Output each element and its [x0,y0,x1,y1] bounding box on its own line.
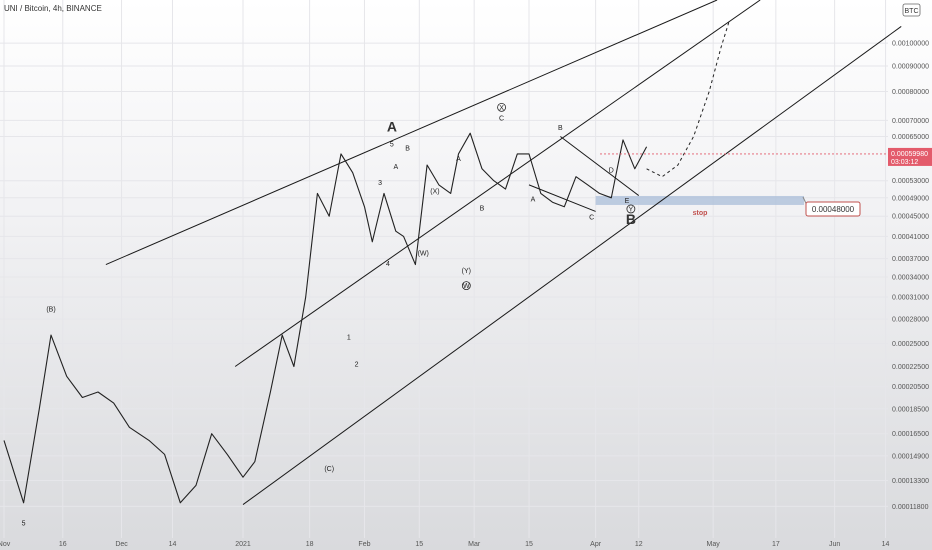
y-tick-label: 0.00037000 [892,256,929,263]
wave-label: B [626,211,636,227]
channel-line [242,26,902,505]
currency-badge-text: BTC [905,8,919,15]
target-price: 0.00048000 [812,205,855,214]
wave-label: 2 [355,361,359,368]
y-tick-label: 0.00045000 [892,214,929,221]
chart-canvas: 0.00100000 0.00090000 0.00080000 0.00070000… [0,0,932,548]
y-tick-label: 0.00070000 [892,118,929,125]
wave-label: C [499,115,504,122]
wave-label: (C) [324,466,334,473]
y-tick-label: 0.00053000 [892,178,929,185]
x-tick-label: 18 [306,541,314,548]
x-tick-label: 14 [169,541,177,548]
wave-label: C [589,215,594,222]
wave-label: B [558,125,563,132]
x-tick-label: 16 [59,541,67,548]
price-line [3,132,648,504]
wave-label: (X) [430,188,439,195]
wave-label: E [625,198,630,205]
wave-label: D [609,168,614,175]
x-tick-label: 14 [882,541,890,548]
y-tick-label: 0.00011800 [892,504,929,511]
y-tick-label: 0.00022500 [892,364,929,371]
y-tick-label: 0.00014900 [892,453,929,460]
wave-label: 4 [386,261,390,268]
y-tick-label: 0.00018500 [892,406,929,413]
wave-label: A [393,164,398,171]
y-tick-label: 0.00100000 [892,41,929,48]
last-price-countdown: 03:03:12 [891,159,918,166]
y-tick-label: 0.00065000 [892,134,929,141]
symbol-title: UNI / Bitcoin, 4h, BINANCE [4,4,102,13]
wave-label: (W) [418,251,429,258]
x-tick-label: 2021 [235,541,251,548]
y-tick-label: 0.00041000 [892,234,929,241]
y-tick-label: 0.00013300 [892,478,929,485]
y-tick-label: 0.00031000 [892,295,929,302]
x-tick-label: Feb [358,541,370,548]
x-tick-label: Apr [590,541,602,548]
x-tick-label: Dec [115,541,128,548]
stop-label: stop [693,210,708,217]
wave-label: 3 [378,180,382,187]
x-tick-label: 12 [635,541,643,548]
y-tick-label: 0.00028000 [892,317,929,324]
y-tick-label: 0.00016500 [892,431,929,438]
wave-label: A [387,119,397,135]
y-tick-label: 0.00020500 [892,384,929,391]
last-price-value: 0.00059980 [891,151,928,158]
x-tick-label: 15 [415,541,423,548]
y-tick-label: 0.00049000 [892,195,929,202]
wave-label: X [499,105,504,112]
wave-label: 5 [390,142,394,149]
wave-label: W [463,283,470,290]
x-tick-label: Mar [468,541,481,548]
x-tick-label: 17 [772,541,780,548]
y-tick-label: 0.00034000 [892,274,929,281]
wave-label: A [531,196,536,203]
y-tick-label: 0.00090000 [892,63,929,70]
x-tick-label: Nov [0,541,11,548]
wave-label: B [480,206,485,213]
x-tick-label: May [707,541,721,548]
chart: 0.00100000 0.00090000 0.00080000 0.00070000… [0,0,932,550]
wave-label: (Y) [462,268,471,275]
x-tick-label: 15 [525,541,533,548]
wave-label: B [405,145,410,152]
wave-label: 1 [347,334,351,341]
x-tick-label: Jun [829,541,840,548]
wave-label: A [456,156,461,163]
wave-label: (B) [46,306,55,313]
y-tick-label: 0.00080000 [892,89,929,96]
wave-label: 5 [22,521,26,528]
y-tick-label: 0.00025000 [892,341,929,348]
